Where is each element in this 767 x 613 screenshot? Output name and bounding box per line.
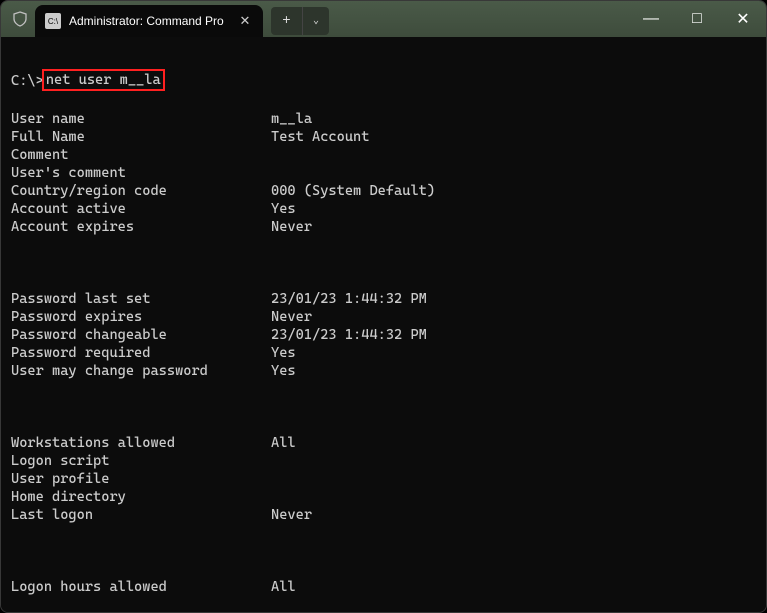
close-window-button[interactable]: ✕ bbox=[720, 1, 766, 37]
output-row: Country/region code000 (System Default) bbox=[11, 182, 756, 200]
command-highlight: net user m__la bbox=[42, 69, 165, 91]
new-tab-button[interactable]: + bbox=[271, 7, 303, 35]
terminal-output[interactable]: C:\>net user m__la User namem__laFull Na… bbox=[1, 37, 766, 613]
output-label: Comment bbox=[11, 146, 271, 164]
maximize-button[interactable]: □ bbox=[674, 1, 720, 37]
output-label: Full Name bbox=[11, 128, 271, 146]
prompt: C:\> bbox=[11, 73, 44, 89]
output-label: Account expires bbox=[11, 218, 271, 236]
output-label: Logon script bbox=[11, 452, 271, 470]
output-value: m__la bbox=[271, 110, 756, 128]
output-value: All bbox=[271, 434, 756, 452]
output-value: Yes bbox=[271, 362, 756, 380]
output-row: Password changeable23/01/23 1:44:32 PM bbox=[11, 326, 756, 344]
output-row: Account activeYes bbox=[11, 200, 756, 218]
output-row: User may change passwordYes bbox=[11, 362, 756, 380]
output-row: Last logonNever bbox=[11, 506, 756, 524]
output-label: Home directory bbox=[11, 488, 271, 506]
new-tab-group: + ⌄ bbox=[271, 7, 329, 35]
minimize-button[interactable]: — bbox=[628, 1, 674, 37]
output-value: Never bbox=[271, 218, 756, 236]
output-label: Password last set bbox=[11, 290, 271, 308]
window-frame: C:\ Administrator: Command Pro ✕ + ⌄ — □… bbox=[0, 0, 767, 613]
output-row: Account expiresNever bbox=[11, 218, 756, 236]
tab-active[interactable]: C:\ Administrator: Command Pro ✕ bbox=[35, 5, 263, 37]
output-row: Comment bbox=[11, 146, 756, 164]
output-label: User name bbox=[11, 110, 271, 128]
output-value bbox=[271, 146, 756, 164]
output-label: Account active bbox=[11, 200, 271, 218]
output-row: Logon script bbox=[11, 452, 756, 470]
titlebar: C:\ Administrator: Command Pro ✕ + ⌄ — □… bbox=[1, 1, 766, 37]
output-label: Last logon bbox=[11, 506, 271, 524]
output-value: 000 (System Default) bbox=[271, 182, 756, 200]
output-row: Password requiredYes bbox=[11, 344, 756, 362]
output-label: Workstations allowed bbox=[11, 434, 271, 452]
window-controls: — □ ✕ bbox=[628, 1, 766, 37]
output-label: User's comment bbox=[11, 164, 271, 182]
output-label: Password required bbox=[11, 344, 271, 362]
output-label: Logon hours allowed bbox=[11, 578, 271, 596]
output-label: User profile bbox=[11, 470, 271, 488]
output-row: Logon hours allowedAll bbox=[11, 578, 756, 596]
output-row: User's comment bbox=[11, 164, 756, 182]
output-value bbox=[271, 452, 756, 470]
output-row: User namem__la bbox=[11, 110, 756, 128]
output-row: Full NameTest Account bbox=[11, 128, 756, 146]
output-row: Password last set23/01/23 1:44:32 PM bbox=[11, 290, 756, 308]
output-row: Password expiresNever bbox=[11, 308, 756, 326]
output-label: Password changeable bbox=[11, 326, 271, 344]
output-value: Yes bbox=[271, 200, 756, 218]
shield-icon bbox=[11, 10, 29, 28]
output-value: Yes bbox=[271, 344, 756, 362]
output-value: 23/01/23 1:44:32 PM bbox=[271, 290, 756, 308]
output-label: Password expires bbox=[11, 308, 271, 326]
output-value bbox=[271, 488, 756, 506]
tab-close-button[interactable]: ✕ bbox=[235, 11, 255, 31]
command-prompt-icon: C:\ bbox=[45, 13, 61, 29]
output-row: Workstations allowedAll bbox=[11, 434, 756, 452]
tab-title: Administrator: Command Pro bbox=[69, 14, 235, 28]
output-value bbox=[271, 164, 756, 182]
output-label: User may change password bbox=[11, 362, 271, 380]
output-value: Never bbox=[271, 506, 756, 524]
new-tab-dropdown[interactable]: ⌄ bbox=[303, 7, 329, 35]
output-value: 23/01/23 1:44:32 PM bbox=[271, 326, 756, 344]
output-value: Never bbox=[271, 308, 756, 326]
output-value: All bbox=[271, 578, 756, 596]
output-value: Test Account bbox=[271, 128, 756, 146]
output-row: Home directory bbox=[11, 488, 756, 506]
output-row: User profile bbox=[11, 470, 756, 488]
output-value bbox=[271, 470, 756, 488]
output-label: Country/region code bbox=[11, 182, 271, 200]
